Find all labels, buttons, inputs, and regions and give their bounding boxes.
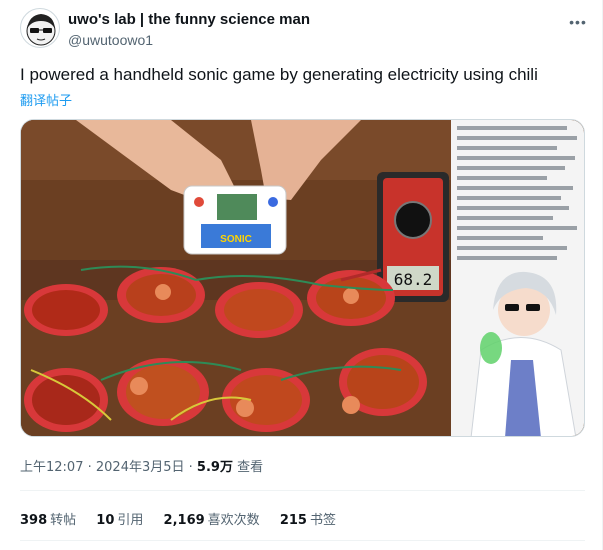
divider xyxy=(20,490,585,491)
like-count: 2,169 xyxy=(163,513,205,528)
quotes-stat[interactable]: 10 引用 xyxy=(96,509,143,528)
retweets-label: 转帖 xyxy=(50,513,77,528)
media-image: SONIC 68.2 xyxy=(21,120,584,436)
quotes-label: 引用 xyxy=(117,513,144,528)
tweet-timestamp: 上午12:07 · 2024年3月5日 · 5.9万 查看 xyxy=(20,456,263,475)
handle[interactable]: @uwutoowo1 xyxy=(68,31,310,50)
bookmarks-stat[interactable]: 215 书签 xyxy=(280,509,336,528)
more-horizontal-icon: ••• xyxy=(569,14,587,30)
game-label: SONIC xyxy=(220,234,252,245)
post-date[interactable]: 2024年3月5日 xyxy=(96,460,185,475)
avatar[interactable] xyxy=(20,8,60,48)
display-name[interactable]: uwo's lab | the funny science man xyxy=(68,10,310,30)
views-label: 查看 xyxy=(232,460,264,475)
view-count: 5.9万 xyxy=(196,460,233,475)
more-button[interactable]: ••• xyxy=(566,12,590,32)
author-names: uwo's lab | the funny science man @uwuto… xyxy=(68,10,310,50)
retweet-count: 398 xyxy=(20,513,48,528)
multimeter-reading: 68.2 xyxy=(394,270,433,289)
bookmark-count: 215 xyxy=(279,513,307,528)
quote-count: 10 xyxy=(96,513,115,528)
retweets-stat[interactable]: 398 转帖 xyxy=(20,509,76,528)
likes-stat[interactable]: 2,169 喜欢次数 xyxy=(164,509,260,528)
post-time[interactable]: 上午12:07 xyxy=(20,460,83,475)
tweet-text: I powered a handheld sonic game by gener… xyxy=(20,65,538,84)
likes-label: 喜欢次数 xyxy=(207,513,260,528)
translate-post-link[interactable]: 翻译帖子 xyxy=(20,90,72,109)
tweet: uwo's lab | the funny science man @uwuto… xyxy=(0,0,603,550)
divider xyxy=(20,540,585,541)
engagement-stats: 398 转帖 10 引用 2,169 喜欢次数 215 书签 xyxy=(20,509,352,528)
tweet-header: uwo's lab | the funny science man @uwuto… xyxy=(20,8,590,52)
bookmarks-label: 书签 xyxy=(309,513,336,528)
separator: · xyxy=(83,460,96,475)
tweet-media[interactable]: SONIC 68.2 xyxy=(20,119,585,437)
separator: · xyxy=(184,460,197,475)
